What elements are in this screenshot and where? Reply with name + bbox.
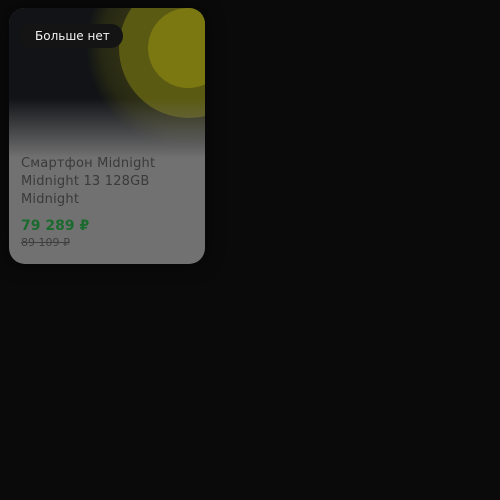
product-price: 79 289 ₽ bbox=[21, 218, 90, 234]
product-title[interactable]: Смартфон Midnight Midnight 13 128GB Midn… bbox=[21, 155, 197, 209]
page: Больше нет Смартфон Midnight Midnight 13… bbox=[0, 0, 500, 500]
product-old-price: 89 109 ₽ bbox=[21, 236, 70, 249]
product-card[interactable]: Больше нет Смартфон Midnight Midnight 13… bbox=[9, 8, 205, 264]
image-fade bbox=[9, 98, 205, 158]
product-info: Смартфон Midnight Midnight 13 128GB Midn… bbox=[21, 155, 197, 250]
out-of-stock-badge: Больше нет bbox=[19, 24, 123, 48]
